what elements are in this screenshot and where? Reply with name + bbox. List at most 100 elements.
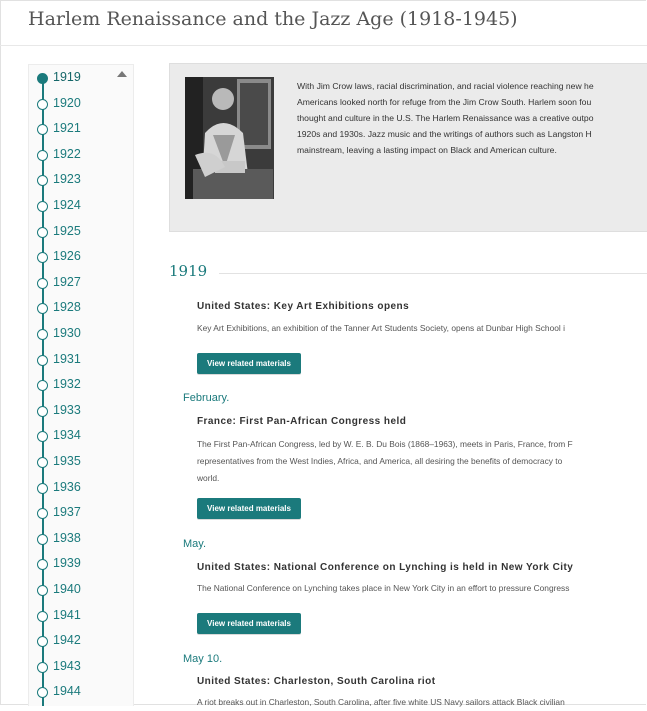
sidebar-year-1935[interactable]: 1935 [29, 451, 119, 475]
sidebar-year-1936[interactable]: 1936 [29, 477, 119, 501]
sidebar-year-label: 1921 [53, 121, 81, 135]
event-line: representatives from the West Indies, Af… [197, 456, 563, 466]
sidebar-year-1940[interactable]: 1940 [29, 579, 119, 603]
sidebar-year-label: 1924 [53, 198, 81, 212]
sidebar-year-label: 1932 [53, 377, 81, 391]
timeline-dot-icon [37, 252, 48, 263]
intro-line: Americans looked north for refuge from t… [297, 97, 592, 107]
timeline-dot-icon [37, 508, 48, 519]
sidebar-year-1931[interactable]: 1931 [29, 349, 119, 373]
event-date: May. [183, 538, 207, 550]
timeline-dot-icon [37, 662, 48, 673]
sidebar-year-1923[interactable]: 1923 [29, 169, 119, 193]
timeline-dot-icon [37, 227, 48, 238]
sidebar-year-label: 1927 [53, 275, 81, 289]
event-title: United States: National Conference on Ly… [197, 562, 574, 573]
sidebar-year-1944[interactable]: 1944 [29, 681, 119, 705]
sidebar-year-label: 1942 [53, 633, 81, 647]
event-description: The National Conference on Lynching take… [197, 580, 647, 597]
sidebar-year-label: 1926 [53, 249, 81, 263]
sidebar-year-label: 1934 [53, 428, 81, 442]
sidebar-year-1926[interactable]: 1926 [29, 246, 119, 270]
sidebar-year-label: 1939 [53, 556, 81, 570]
timeline-dot-icon [37, 687, 48, 698]
event-date: February. [183, 392, 230, 404]
intro-box: With Jim Crow laws, racial discriminatio… [169, 63, 647, 232]
year-heading: 1919 [169, 262, 208, 280]
sidebar-year-label: 1930 [53, 326, 81, 340]
timeline-dot-icon [37, 636, 48, 647]
sidebar-year-label: 1920 [53, 96, 81, 110]
timeline-dot-icon [37, 431, 48, 442]
sidebar-year-1922[interactable]: 1922 [29, 144, 119, 168]
timeline-dot-icon [37, 175, 48, 186]
intro-line: With Jim Crow laws, racial discriminatio… [297, 81, 594, 91]
event-description: The First Pan-African Congress, led by W… [197, 436, 647, 487]
sidebar-year-label: 1944 [53, 684, 81, 698]
sidebar-year-1925[interactable]: 1925 [29, 221, 119, 245]
sidebar-year-1934[interactable]: 1934 [29, 425, 119, 449]
event-title: United States: Key Art Exhibitions opens [197, 301, 410, 312]
timeline-dot-icon [37, 278, 48, 289]
sidebar-year-label: 1937 [53, 505, 81, 519]
year-divider [219, 273, 647, 274]
view-related-materials-button[interactable]: View related materials [197, 498, 301, 519]
sidebar-year-label: 1925 [53, 224, 81, 238]
sidebar-year-1920[interactable]: 1920 [29, 93, 119, 117]
sidebar-year-1928[interactable]: 1928 [29, 297, 119, 321]
timeline-dot-icon [37, 406, 48, 417]
timeline-dot-icon [37, 201, 48, 212]
timeline-dot-icon [37, 585, 48, 596]
sidebar-year-1932[interactable]: 1932 [29, 374, 119, 398]
sidebar-year-1939[interactable]: 1939 [29, 553, 119, 577]
timeline-dot-icon [37, 457, 48, 468]
sidebar-year-label: 1933 [53, 403, 81, 417]
sidebar-year-1941[interactable]: 1941 [29, 605, 119, 629]
sidebar-year-1943[interactable]: 1943 [29, 656, 119, 680]
sidebar-year-1927[interactable]: 1927 [29, 272, 119, 296]
timeline-dot-icon [37, 380, 48, 391]
sidebar-year-1919[interactable]: 1919 [29, 67, 119, 91]
intro-line: 1920s and 1930s. Jazz music and the writ… [297, 129, 592, 139]
timeline-dot-icon [37, 559, 48, 570]
sidebar-year-1938[interactable]: 1938 [29, 528, 119, 552]
sidebar-year-label: 1936 [53, 480, 81, 494]
timeline-dot-icon [37, 73, 48, 84]
timeline-dot-icon [37, 534, 48, 545]
portrait-photo [185, 77, 274, 199]
sidebar-year-1937[interactable]: 1937 [29, 502, 119, 526]
event-line: world. [197, 473, 220, 483]
event-description: Key Art Exhibitions, an exhibition of th… [197, 320, 647, 337]
sidebar-year-label: 1928 [53, 300, 81, 314]
event-line: The First Pan-African Congress, led by W… [197, 439, 573, 449]
intro-line: thought and culture in the U.S. The Harl… [297, 113, 594, 123]
sidebar-year-label: 1935 [53, 454, 81, 468]
sidebar-year-1930[interactable]: 1930 [29, 323, 119, 347]
event-line: Key Art Exhibitions, an exhibition of th… [197, 323, 565, 333]
sidebar-year-label: 1941 [53, 608, 81, 622]
event-title: United States: Charleston, South Carolin… [197, 676, 436, 687]
timeline-dot-icon [37, 99, 48, 110]
view-related-materials-button[interactable]: View related materials [197, 353, 301, 374]
sidebar-year-1933[interactable]: 1933 [29, 400, 119, 424]
sidebar-year-1942[interactable]: 1942 [29, 630, 119, 654]
sidebar-year-label: 1943 [53, 659, 81, 673]
sidebar-year-label: 1931 [53, 352, 81, 366]
sidebar-year-1924[interactable]: 1924 [29, 195, 119, 219]
event-line: A riot breaks out in Charleston, South C… [197, 697, 565, 707]
view-related-materials-button[interactable]: View related materials [197, 613, 301, 634]
timeline-dot-icon [37, 303, 48, 314]
sidebar-year-1921[interactable]: 1921 [29, 118, 119, 142]
sidebar-year-label: 1923 [53, 172, 81, 186]
event-date: May 10. [183, 653, 223, 665]
event-title: France: First Pan-African Congress held [197, 416, 407, 427]
sidebar-year-label: 1938 [53, 531, 81, 545]
event-description: A riot breaks out in Charleston, South C… [197, 694, 647, 711]
timeline-dot-icon [37, 329, 48, 340]
intro-text: With Jim Crow laws, racial discriminatio… [297, 78, 647, 158]
sidebar-year-label: 1919 [53, 70, 81, 84]
year-sidebar: 1919 1920 1921 1922 1923 1924 1925 1926 1927 1928… [28, 64, 134, 706]
page-title: Harlem Renaissance and the Jazz Age (191… [28, 8, 518, 30]
timeline-dot-icon [37, 483, 48, 494]
sidebar-year-label: 1922 [53, 147, 81, 161]
